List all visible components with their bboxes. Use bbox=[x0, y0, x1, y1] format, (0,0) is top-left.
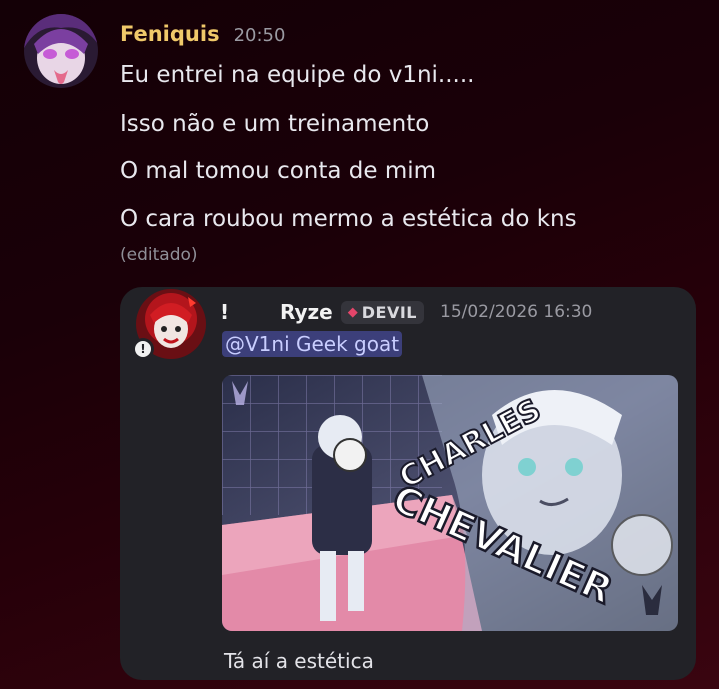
forwarded-header: ! Ryze ◆ DEVIL 15/02/2026 16:30 bbox=[220, 299, 592, 325]
edited-label: (editado) bbox=[120, 245, 198, 265]
user-mention[interactable]: @V1ni Geek goat bbox=[222, 331, 403, 357]
server-tag[interactable]: ◆ DEVIL bbox=[340, 300, 424, 324]
author-avatar[interactable] bbox=[24, 14, 98, 88]
forwarded-message-card[interactable]: ! ! Ryze ◆ DEVIL 15/02/2026 16:30 @V1ni … bbox=[120, 287, 696, 680]
forwarded-timestamp: 15/02/2026 16:30 bbox=[440, 302, 593, 322]
forwarded-author-name[interactable]: Ryze bbox=[280, 300, 333, 324]
message-line: Eu entrei na equipe do v1ni..... bbox=[120, 62, 475, 88]
forwarded-message-text: Tá aí a estética bbox=[224, 649, 374, 673]
message-line: O cara roubou mermo a estética do kns bbox=[120, 206, 577, 232]
image-attachment[interactable]: CHARLES CHEVALIER bbox=[222, 375, 678, 631]
status-badge: ! bbox=[132, 338, 154, 360]
forwarded-prefix: ! bbox=[220, 300, 230, 324]
message-line: Isso não e um treinamento bbox=[120, 111, 430, 137]
author-name[interactable]: Feniquis bbox=[120, 22, 220, 46]
exclamation-icon: ! bbox=[135, 341, 151, 357]
server-tag-label: DEVIL bbox=[361, 302, 417, 322]
gem-icon: ◆ bbox=[347, 304, 358, 320]
message-header: Feniquis 20:50 bbox=[120, 22, 285, 46]
message-timestamp: 20:50 bbox=[233, 25, 286, 46]
message-line: O mal tomou conta de mim bbox=[120, 158, 437, 184]
